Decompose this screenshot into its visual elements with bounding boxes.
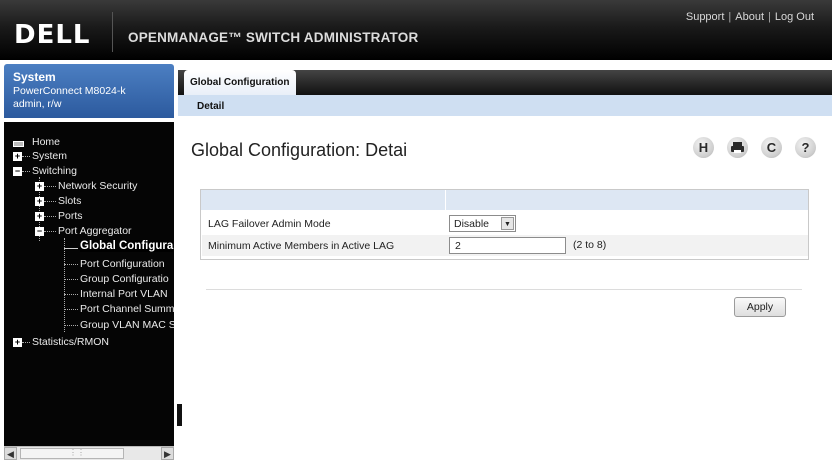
home-icon (13, 141, 24, 147)
form-header-divider (445, 190, 446, 210)
header-divider (112, 12, 113, 52)
tree-connector (44, 231, 56, 232)
tree-connector (64, 248, 78, 249)
tree-connector (44, 216, 56, 217)
tree-connector (22, 171, 30, 172)
expand-icon[interactable]: + (35, 182, 44, 191)
nav-network-security[interactable]: Network Security (58, 180, 137, 192)
lag-failover-value: Disable (454, 218, 490, 230)
save-icon[interactable]: H (693, 137, 714, 158)
scroll-right-icon[interactable]: ▶ (161, 447, 174, 460)
tree-connector (64, 325, 78, 326)
scroll-thumb[interactable]: ⋮⋮ (20, 448, 124, 459)
system-title[interactable]: System (13, 70, 165, 84)
apply-button[interactable]: Apply (734, 297, 786, 317)
top-links: Support | About | Log Out (686, 11, 814, 23)
tree-connector (64, 309, 78, 310)
nav-system[interactable]: System (32, 150, 67, 162)
nav-home[interactable]: Home (32, 136, 60, 148)
min-active-members-input[interactable]: 2 (449, 237, 566, 254)
tree-horizontal-scrollbar[interactable]: ◀ ⋮⋮ ▶ (4, 446, 174, 460)
nav-slots[interactable]: Slots (58, 195, 81, 207)
tree-connector (22, 342, 30, 343)
nav-port-configuration[interactable]: Port Configuration (80, 258, 165, 270)
expand-icon[interactable]: + (13, 338, 22, 347)
system-info-panel: System PowerConnect M8024-k admin, r/w (4, 64, 174, 118)
form-row: LAG Failover Admin Mode Disable ▼ (202, 213, 808, 234)
tree-connector (64, 294, 78, 295)
nav-port-channel-summary[interactable]: Port Channel Summ (80, 303, 174, 315)
app-header: DELL OPENMANAGE™ SWITCH ADMINISTRATOR Su… (0, 0, 832, 60)
help-icon[interactable]: ? (795, 137, 816, 158)
tree-connector (64, 264, 78, 265)
about-link[interactable]: About (735, 11, 764, 23)
form-divider (206, 289, 802, 290)
printer-icon (731, 142, 744, 153)
nav-group-configuration[interactable]: Group Configuratio (80, 273, 169, 285)
min-active-members-label: Minimum Active Members in Active LAG (208, 240, 395, 252)
nav-group-vlan-mac[interactable]: Group VLAN MAC S (80, 319, 174, 331)
lag-failover-select[interactable]: Disable ▼ (449, 215, 516, 232)
user-info: admin, r/w (13, 98, 62, 110)
app-title: OPENMANAGE™ SWITCH ADMINISTRATOR (128, 30, 419, 45)
form-row: Minimum Active Members in Active LAG 2 (… (202, 235, 808, 256)
form-header (201, 190, 808, 210)
link-separator: | (728, 11, 732, 23)
collapse-icon[interactable]: − (35, 227, 44, 236)
subtab-bar (178, 95, 832, 116)
navigation-tree: Home + System − Switching + Network Secu… (4, 122, 174, 446)
tree-connector (64, 279, 78, 280)
expand-icon[interactable]: + (35, 197, 44, 206)
support-link[interactable]: Support (686, 11, 725, 23)
tree-connector (44, 186, 56, 187)
lag-failover-label: LAG Failover Admin Mode (208, 218, 331, 230)
nav-statistics-rmon[interactable]: Statistics/RMON (32, 336, 109, 348)
nav-ports[interactable]: Ports (58, 210, 83, 222)
expand-icon[interactable]: + (13, 152, 22, 161)
print-icon[interactable] (727, 137, 748, 158)
link-separator: | (768, 11, 771, 23)
scroll-left-icon[interactable]: ◀ (4, 447, 17, 460)
dell-logo: DELL (14, 20, 91, 50)
chevron-down-icon[interactable]: ▼ (501, 217, 514, 230)
config-form: LAG Failover Admin Mode Disable ▼ Minimu… (200, 189, 809, 260)
nav-internal-port-vlan[interactable]: Internal Port VLAN (80, 288, 168, 300)
page-title: Global Configuration: Detai (191, 140, 408, 160)
logout-link[interactable]: Log Out (775, 11, 814, 23)
subtab-detail[interactable]: Detail (197, 101, 224, 112)
panel-collapse-handle[interactable] (177, 404, 182, 426)
nav-global-configuration[interactable]: Global Configura (80, 240, 174, 252)
tree-connector (44, 201, 56, 202)
expand-icon[interactable]: + (35, 212, 44, 221)
device-name: PowerConnect M8024-k (13, 85, 126, 97)
tab-global-configuration[interactable]: Global Configuration (184, 70, 296, 96)
nav-switching[interactable]: Switching (32, 165, 77, 177)
tree-connector (22, 156, 30, 157)
collapse-icon[interactable]: − (13, 167, 22, 176)
refresh-icon[interactable]: C (761, 137, 782, 158)
nav-port-aggregator[interactable]: Port Aggregator (58, 225, 132, 237)
tree-connector (64, 238, 65, 332)
range-hint: (2 to 8) (573, 239, 607, 251)
